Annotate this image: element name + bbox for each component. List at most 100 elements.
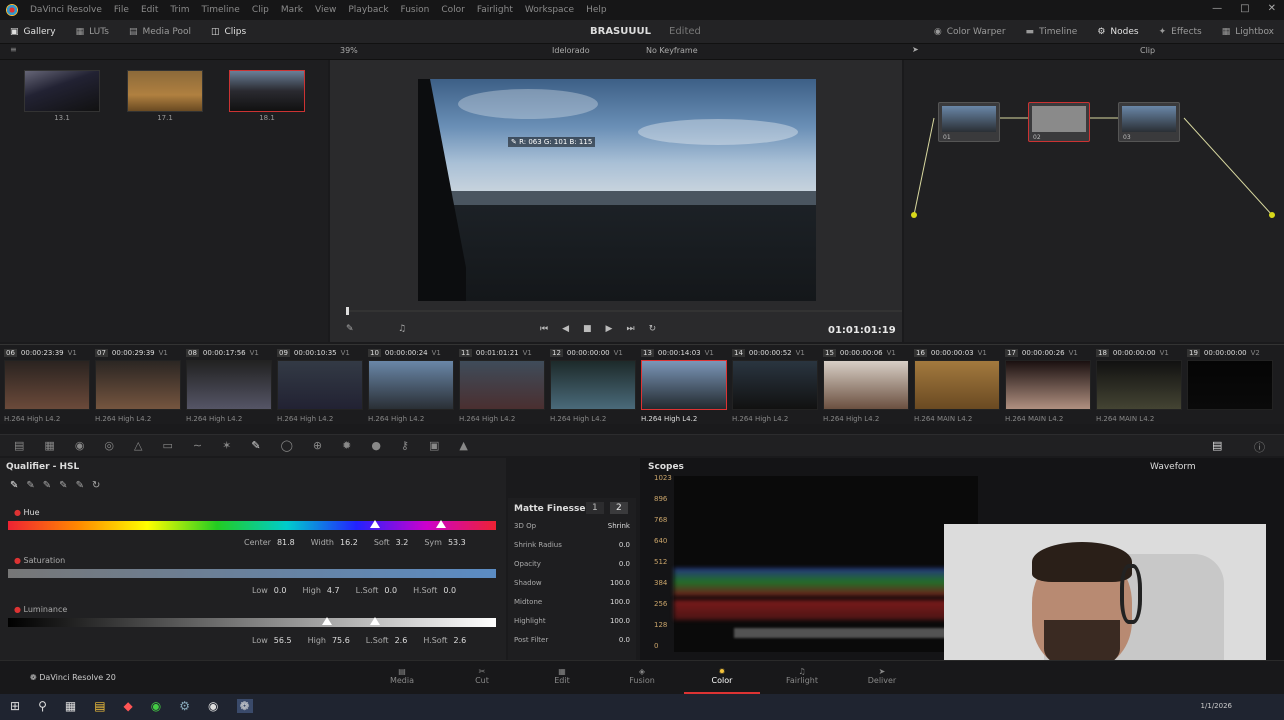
sat-high-value[interactable]: 4.7 — [327, 586, 340, 595]
picker-icon[interactable]: ✎ — [10, 480, 18, 491]
clip-thumbnail[interactable] — [1096, 360, 1182, 410]
magic-mask-icon[interactable]: ✹ — [342, 439, 351, 452]
scope-mode-dropdown[interactable]: Waveform — [1150, 462, 1196, 472]
nodes-button[interactable]: ⚙ Nodes — [1087, 27, 1148, 37]
hue-center-value[interactable]: 81.8 — [277, 538, 295, 547]
clip-thumbnail[interactable] — [732, 360, 818, 410]
3d-icon[interactable]: ▲ — [459, 439, 467, 452]
curves-icon[interactable]: ∼ — [193, 439, 202, 452]
color-match-icon[interactable]: ▦ — [44, 439, 54, 452]
resolve-taskbar-icon[interactable]: ❁ — [236, 699, 253, 713]
sat-hsoft-value[interactable]: 0.0 — [443, 586, 456, 595]
timeline-button[interactable]: ▬ Timeline — [1016, 27, 1088, 37]
picker-tool-icon[interactable]: ✎ — [346, 324, 354, 334]
play-icon[interactable]: ▶ — [606, 324, 613, 334]
menu-edit[interactable]: Edit — [141, 5, 158, 15]
clip-thumbnail[interactable] — [95, 360, 181, 410]
hue-enable-icon[interactable]: ● — [14, 508, 21, 517]
windows-start-icon[interactable]: ⊞ — [10, 699, 20, 713]
loop-icon[interactable]: ↻ — [649, 324, 657, 334]
feather-plus-icon[interactable]: ✎ — [76, 480, 84, 491]
picker-minus-icon[interactable]: ✎ — [26, 480, 34, 491]
hue-sym-value[interactable]: 53.3 — [448, 538, 466, 547]
matte-param-value[interactable]: 100.0 — [610, 598, 630, 606]
gallery-still-selected[interactable] — [229, 70, 305, 112]
clip-thumbnail[interactable] — [277, 360, 363, 410]
playhead[interactable] — [346, 307, 349, 315]
clips-button[interactable]: ◫ Clips — [201, 27, 256, 37]
sizing-icon[interactable]: ▣ — [429, 439, 439, 452]
camera-raw-icon[interactable]: ▤ — [14, 439, 24, 452]
matte-param-value[interactable]: 0.0 — [619, 541, 630, 549]
clip-thumbnail[interactable] — [1005, 360, 1091, 410]
maximize-icon[interactable]: □ — [1240, 3, 1249, 14]
hue-handle-left[interactable] — [370, 520, 380, 528]
page-color[interactable]: ✹ Color — [684, 661, 760, 694]
matte-tab-2[interactable]: 2 — [610, 502, 628, 514]
clip-thumbnail[interactable] — [368, 360, 454, 410]
lum-hsoft-value[interactable]: 2.6 — [454, 636, 467, 645]
page-cut[interactable]: ✂ Cut — [452, 667, 512, 685]
obs-icon[interactable]: ◉ — [208, 699, 218, 713]
warper-icon[interactable]: ✶ — [222, 439, 231, 452]
lum-low-value[interactable]: 56.5 — [274, 636, 292, 645]
menu-file[interactable]: File — [114, 5, 129, 15]
viewer-frame[interactable]: ✎ R: 063 G: 101 B: 115 — [418, 79, 816, 301]
page-edit[interactable]: ▦ Edit — [532, 667, 592, 685]
clip-thumbnail[interactable] — [1187, 360, 1273, 410]
zoom-level[interactable]: 39% — [340, 46, 358, 55]
brave-icon[interactable]: ◆ — [124, 699, 133, 713]
menu-mark[interactable]: Mark — [281, 5, 303, 15]
menu-help[interactable]: Help — [586, 5, 607, 15]
tracker-icon[interactable]: ⊕ — [313, 439, 322, 452]
matte-param-value[interactable]: 100.0 — [610, 579, 630, 587]
sat-low-value[interactable]: 0.0 — [274, 586, 287, 595]
menu-view[interactable]: View — [315, 5, 336, 15]
search-icon[interactable]: ⚲ — [38, 699, 47, 713]
minimize-icon[interactable]: — — [1212, 3, 1222, 14]
scopes-toggle-icon[interactable]: ▤ — [1212, 439, 1222, 452]
clip-mode-dropdown[interactable]: Clip — [1140, 46, 1155, 55]
menu-workspace[interactable]: Workspace — [525, 5, 574, 15]
pointer-icon[interactable]: ➤ — [912, 45, 919, 54]
matte-tab-1[interactable]: 1 — [586, 502, 604, 514]
close-icon[interactable]: ✕ — [1268, 3, 1276, 14]
motion-effects-icon[interactable]: ▭ — [163, 439, 173, 452]
blur-icon[interactable]: ● — [371, 439, 381, 452]
rgb-mixer-icon[interactable]: △ — [134, 439, 142, 452]
reset-icon[interactable]: ↻ — [92, 480, 100, 491]
color-warper-button[interactable]: ◉ Color Warper — [924, 27, 1016, 37]
menu-color[interactable]: Color — [441, 5, 465, 15]
hue-soft-value[interactable]: 3.2 — [396, 538, 409, 547]
qualifier-icon[interactable]: ✎ — [251, 439, 260, 452]
skip-start-icon[interactable]: ⏮ — [540, 324, 548, 334]
sat-lsoft-value[interactable]: 0.0 — [384, 586, 397, 595]
page-fairlight[interactable]: ♫ Fairlight — [772, 667, 832, 685]
media-pool-button[interactable]: ▤ Media Pool — [119, 27, 201, 37]
clip-thumbnail[interactable] — [186, 360, 272, 410]
luminance-enable-icon[interactable]: ● — [14, 605, 21, 614]
page-fusion[interactable]: ◈ Fusion — [612, 667, 672, 685]
clip-thumbnail[interactable] — [459, 360, 545, 410]
skip-end-icon[interactable]: ⏭ — [626, 324, 634, 334]
gallery-options-icon[interactable]: ≡ — [10, 45, 17, 54]
hue-handle-right[interactable] — [436, 520, 446, 528]
matte-param-value[interactable]: 100.0 — [610, 617, 630, 625]
play-reverse-icon[interactable]: ◀ — [562, 324, 569, 334]
clip-thumbnail[interactable] — [914, 360, 1000, 410]
scrub-bar[interactable] — [346, 310, 902, 312]
gallery-still[interactable] — [24, 70, 100, 112]
chrome-icon[interactable]: ◉ — [151, 699, 161, 713]
gallery-button[interactable]: ▣ Gallery — [0, 27, 66, 37]
task-view-icon[interactable]: ▦ — [65, 699, 76, 713]
effects-button[interactable]: ✦ Effects — [1149, 27, 1212, 37]
luts-button[interactable]: ▦ LUTs — [66, 27, 119, 37]
menu-fusion[interactable]: Fusion — [401, 5, 430, 15]
saturation-enable-icon[interactable]: ● — [14, 556, 21, 565]
lum-lsoft-value[interactable]: 2.6 — [395, 636, 408, 645]
saturation-range-bar[interactable] — [8, 569, 496, 578]
matte-param-value[interactable]: 0.0 — [619, 636, 630, 644]
hdr-icon[interactable]: ◎ — [104, 439, 114, 452]
luminance-handle-high[interactable] — [370, 617, 380, 625]
lum-high-value[interactable]: 75.6 — [332, 636, 350, 645]
